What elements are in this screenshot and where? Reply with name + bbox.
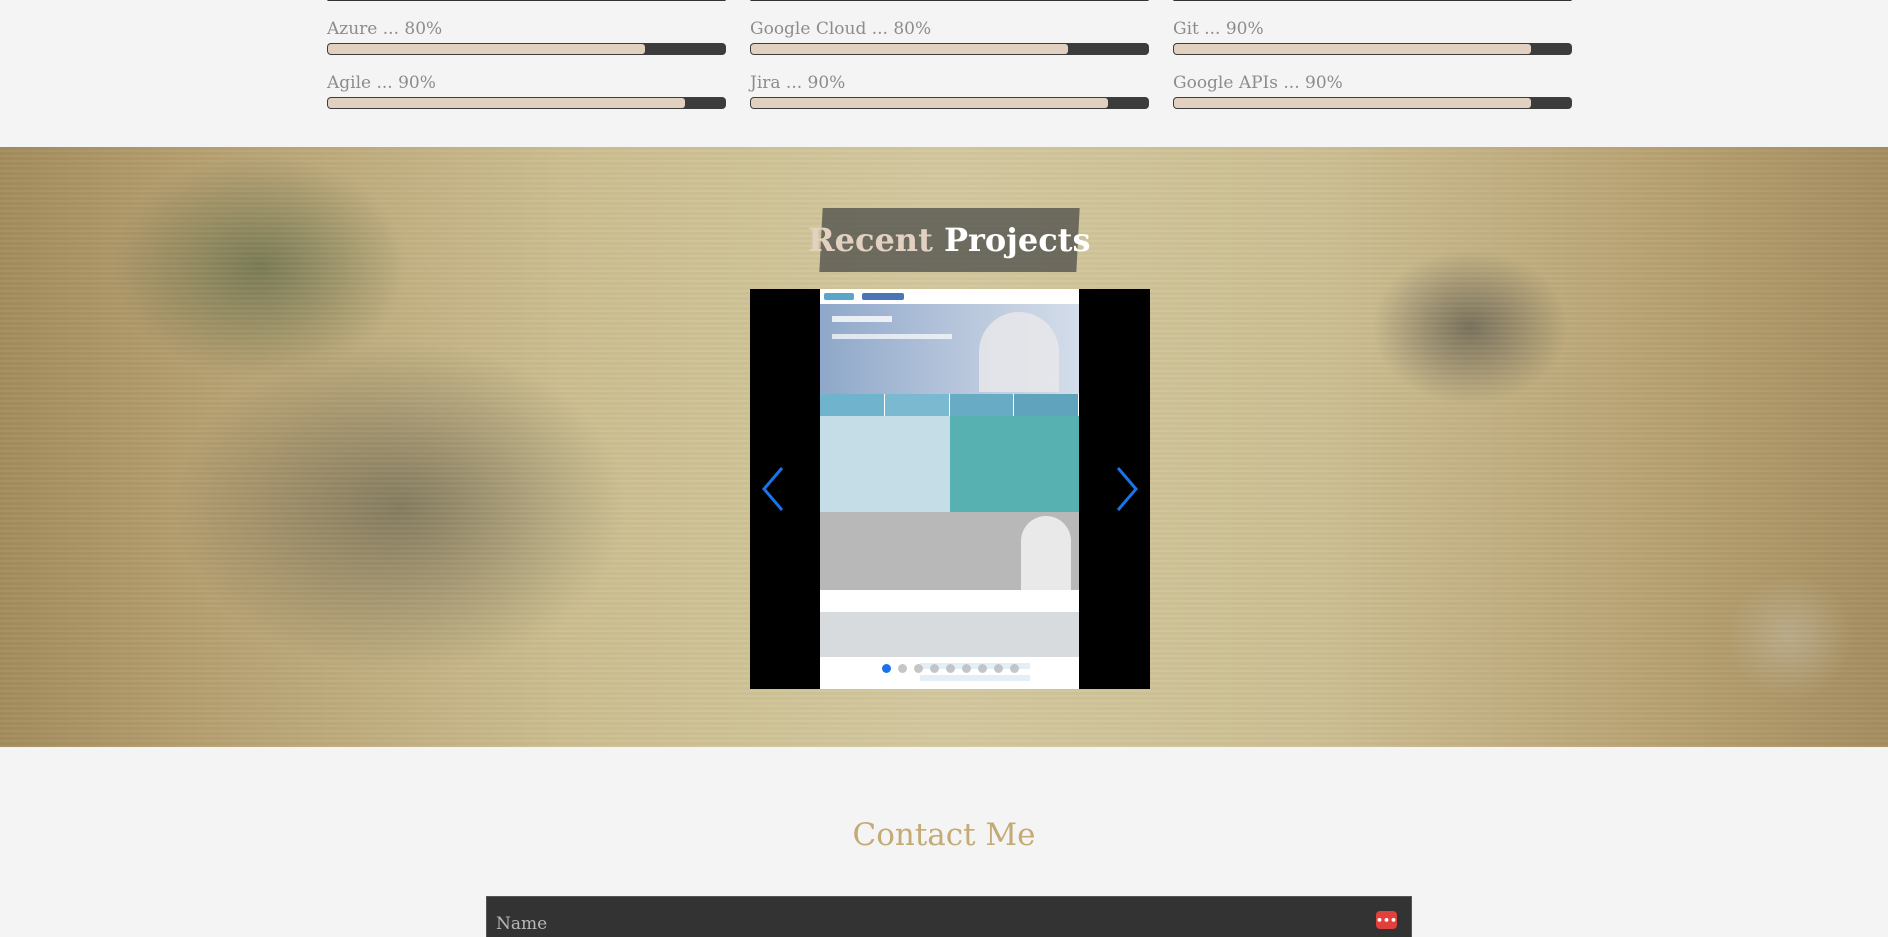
skill-progress-bar xyxy=(327,43,726,55)
title-word-projects: Projects xyxy=(944,221,1091,259)
skill-progress-bar xyxy=(1173,97,1572,109)
skill-label: Agile ... 90% xyxy=(327,73,436,93)
skill-progress-fill xyxy=(1174,98,1532,108)
carousel-dot[interactable] xyxy=(945,664,955,673)
skill-azure: Azure ... 80% xyxy=(327,18,726,55)
carousel-dot[interactable] xyxy=(993,664,1003,673)
skill-bar-edge xyxy=(750,0,1149,1)
skill-bar-edge xyxy=(327,0,726,1)
skill-progress-fill xyxy=(328,98,686,108)
skill-progress-fill xyxy=(328,44,646,54)
skill-label: Jira ... 90% xyxy=(750,73,846,93)
contact-section: Contact Me ••• xyxy=(0,747,1888,937)
chevron-right-icon xyxy=(1116,467,1138,511)
skill-progress-bar xyxy=(750,97,1149,109)
carousel-dot[interactable] xyxy=(929,664,939,673)
skill-bar-edge xyxy=(1173,0,1572,1)
skill-progress-fill xyxy=(751,44,1069,54)
skill-google-apis: Google APIs ... 90% xyxy=(1173,72,1572,109)
carousel-pagination xyxy=(750,664,1150,673)
carousel-dot[interactable] xyxy=(961,664,971,673)
skill-progress-fill xyxy=(1174,44,1532,54)
title-word-recent: Recent xyxy=(808,221,934,259)
skill-progress-bar xyxy=(327,97,726,109)
carousel-dot[interactable] xyxy=(897,664,907,673)
carousel-dot[interactable] xyxy=(881,664,891,673)
name-field[interactable]: ••• xyxy=(486,896,1412,937)
carousel-next-button[interactable] xyxy=(1112,464,1142,514)
carousel-prev-button[interactable] xyxy=(758,464,788,514)
name-input[interactable] xyxy=(487,897,1411,937)
chevron-left-icon xyxy=(762,467,784,511)
skill-progress-bar xyxy=(750,43,1149,55)
more-dots-icon[interactable]: ••• xyxy=(1376,911,1397,929)
skill-label: Git ... 90% xyxy=(1173,19,1264,39)
skill-google-cloud: Google Cloud ... 80% xyxy=(750,18,1149,55)
skill-jira: Jira ... 90% xyxy=(750,72,1149,109)
project-carousel xyxy=(750,289,1150,689)
skill-git: Git ... 90% xyxy=(1173,18,1572,55)
carousel-dot[interactable] xyxy=(977,664,987,673)
skill-label: Google APIs ... 90% xyxy=(1173,73,1343,93)
carousel-dot[interactable] xyxy=(1009,664,1019,673)
contact-title: Contact Me xyxy=(852,817,1036,853)
project-slide-screenshot[interactable] xyxy=(820,289,1079,689)
carousel-dot[interactable] xyxy=(913,664,923,673)
section-title: Recent Projects xyxy=(808,208,1091,272)
skill-label: Google Cloud ... 80% xyxy=(750,19,932,39)
recent-projects-section: Recent Projects xyxy=(0,147,1888,747)
skills-section: Azure ... 80% Google Cloud ... 80% Git .… xyxy=(0,0,1888,147)
skill-label: Azure ... 80% xyxy=(327,19,443,39)
skill-progress-fill xyxy=(751,98,1109,108)
skill-progress-bar xyxy=(1173,43,1572,55)
skill-agile: Agile ... 90% xyxy=(327,72,726,109)
